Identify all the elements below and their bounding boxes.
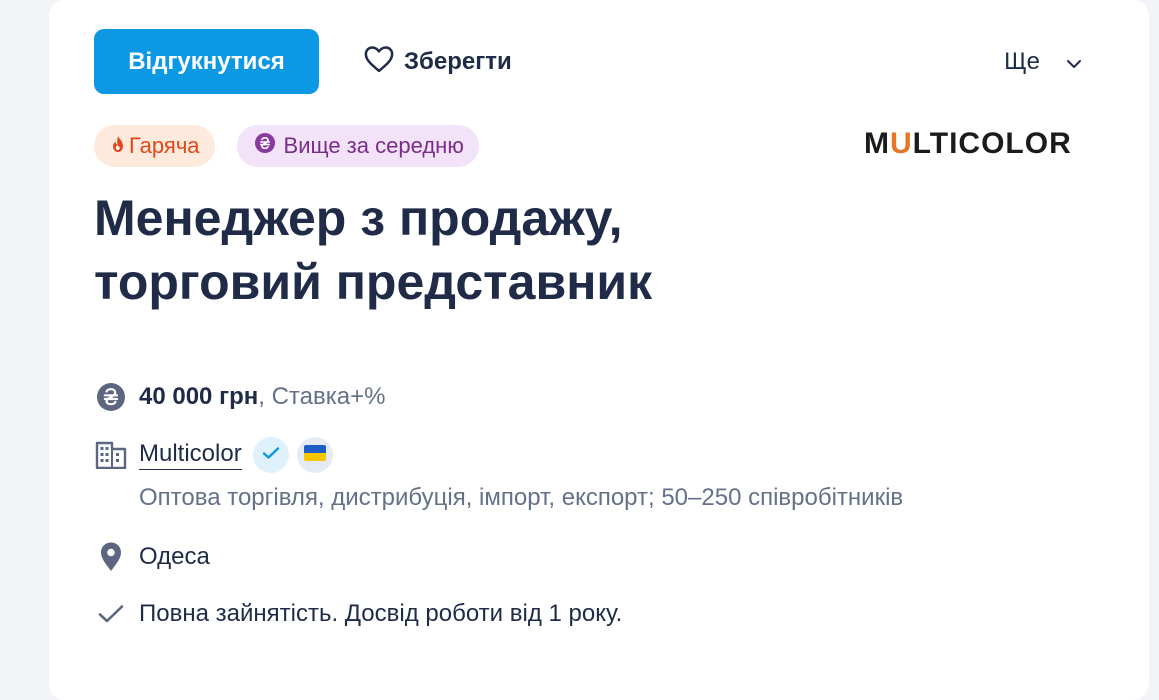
verified-badge[interactable] — [252, 437, 289, 473]
check-icon — [262, 446, 280, 465]
logo-text-end: LTICOLOR — [912, 127, 1072, 160]
apply-button[interactable]: Відгукнутися — [94, 29, 319, 94]
vacancy-title: Менеджер з продажу, торговий представник — [94, 186, 894, 314]
chevron-down-icon — [1066, 48, 1082, 76]
conditions-label: Повна зайнятість. Досвід роботи від 1 ро… — [139, 600, 623, 627]
company-row: Multicolor — [94, 436, 333, 474]
conditions-row: Повна зайнятість. Досвід роботи від 1 ро… — [94, 595, 622, 633]
salary-amount: 40 000 грн — [139, 383, 259, 410]
company-name-link[interactable]: Multicolor — [139, 440, 242, 470]
building-icon — [94, 438, 128, 472]
more-label: Ще — [1004, 48, 1040, 75]
company-logo[interactable]: M U LTICOLOR — [864, 124, 1072, 164]
company-info: Оптова торгівля, дистрибуція, імпорт, ек… — [139, 484, 904, 511]
more-menu-button[interactable]: Ще — [1004, 43, 1082, 81]
checkmark-icon — [94, 597, 128, 631]
hryvnia-icon — [254, 132, 276, 160]
vacancy-badges: Гаряча Вище за середню — [94, 125, 479, 167]
salary-badge-label: Вище за середню — [283, 133, 464, 158]
flame-icon — [111, 133, 125, 159]
city-label: Одеса — [139, 543, 210, 570]
hryvnia-coin-icon — [94, 380, 128, 414]
logo-accent: U — [890, 127, 913, 160]
hot-label: Гаряча — [129, 133, 200, 158]
salary-badge: Вище за середню — [236, 125, 479, 167]
salary-note: , Ставка+% — [258, 383, 386, 410]
save-label: Зберегти — [404, 48, 512, 75]
salary-row: 40 000 грн, Ставка+% — [94, 378, 385, 416]
heart-icon — [364, 45, 394, 80]
logo-text-start: M — [864, 127, 890, 160]
action-bar: Відгукнутися Зберегти Ще — [94, 29, 1104, 95]
ukraine-flag-badge[interactable] — [296, 437, 333, 473]
ukraine-flag-icon — [303, 444, 326, 466]
location-pin-icon — [94, 540, 128, 574]
hot-badge: Гаряча — [94, 125, 215, 167]
save-button[interactable]: Зберегти — [364, 43, 512, 81]
vacancy-title-line1: Менеджер з продажу, — [94, 190, 623, 246]
location-row: Одеса — [94, 538, 210, 576]
vacancy-title-line2: торговий представник — [94, 254, 653, 310]
